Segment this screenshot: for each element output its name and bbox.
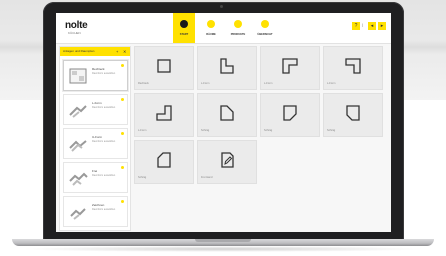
- sidebar-item-name: Zeichnen: [92, 203, 105, 207]
- walls-icon: [69, 172, 88, 186]
- nav-overview-icon: [261, 20, 269, 28]
- sidebar-item-rectangle[interactable]: Rechteck Raumform auswählen: [63, 60, 128, 91]
- sidebar-item-name: Frei: [92, 169, 98, 173]
- nav-products-icon: [234, 20, 242, 28]
- angled-room-icon: [220, 105, 234, 121]
- sidebar-item-name: U-Form: [92, 135, 103, 139]
- room-shape-tile[interactable]: Schräg: [134, 140, 194, 184]
- status-dot: [121, 98, 124, 101]
- status-dot: [121, 166, 124, 169]
- nav-label: START: [179, 33, 189, 36]
- sidebar-item-desc: Raumform auswählen: [92, 140, 116, 143]
- add-icon[interactable]: +: [116, 49, 118, 54]
- status-dot: [121, 132, 124, 135]
- walls-icon: [69, 140, 87, 152]
- nav-rooms-icon: [207, 20, 215, 28]
- sidebar-item-desc: Raumform auswählen: [92, 208, 116, 211]
- walls-icon: [70, 208, 86, 220]
- status-dot: [121, 200, 124, 203]
- sidebar-header: Anlagen und Raumplan + ✕: [60, 47, 130, 56]
- l-shape-room-icon: [282, 58, 298, 74]
- room-shape-tile[interactable]: L-Form: [197, 46, 257, 90]
- tile-label: L-Form: [264, 82, 273, 85]
- angled-room-icon: [283, 105, 297, 121]
- help-button[interactable]: ?: [352, 22, 360, 30]
- nav-item-rooms[interactable]: RÄUME: [200, 13, 222, 43]
- l-shape-room-icon: [220, 58, 234, 74]
- tile-label: Rechteck: [138, 82, 149, 85]
- sidebar-item-name: L-Form: [92, 101, 102, 105]
- app-screen: nolte KÜCHEN START RÄUME PRODUKTE ÜBERSI…: [56, 13, 391, 232]
- back-button[interactable]: ◂: [368, 22, 376, 30]
- tile-label: Frei Hand: [201, 176, 213, 179]
- nav-item-products[interactable]: PRODUKTE: [227, 13, 249, 43]
- walls-icon: [69, 105, 87, 118]
- back-icon: ◂: [370, 22, 374, 29]
- tile-label: L-Form: [327, 82, 336, 85]
- nav-label: ÜBERSICHT: [257, 33, 273, 36]
- room-shape-tile[interactable]: Schräg: [260, 93, 320, 137]
- nav-item-overview[interactable]: ÜBERSICHT: [254, 13, 276, 43]
- room-shape-tile[interactable]: Frei Hand: [197, 140, 257, 184]
- l-shape-room-icon: [345, 58, 361, 74]
- room-shape-tile[interactable]: L-Form: [134, 93, 194, 137]
- rectangle-room-icon: [157, 59, 171, 73]
- laptop-notch: [195, 239, 251, 242]
- sidebar-item-ushape[interactable]: U-Form Raumform auswählen: [63, 128, 128, 159]
- tile-label: Schräg: [138, 176, 147, 179]
- nav-label: RÄUME: [206, 33, 216, 36]
- close-icon[interactable]: ✕: [123, 49, 126, 54]
- sidebar-title: Anlagen und Raumplan: [63, 49, 95, 53]
- nav-label: PRODUKTE: [230, 33, 246, 36]
- angled-room-icon: [157, 152, 171, 168]
- tile-label: Schräg: [264, 129, 273, 132]
- room-shape-grid: Rechteck L-Form L-Form L-Form L-Form Sch…: [134, 46, 388, 229]
- brand-subtitle: KÜCHEN: [68, 31, 81, 35]
- angled-room-icon: [346, 105, 360, 121]
- room-plan-icon: [69, 68, 87, 84]
- forward-icon: ▸: [380, 22, 384, 29]
- laptop-shadow: [20, 246, 426, 252]
- status-dot: [121, 64, 124, 67]
- room-shape-tile[interactable]: Schräg: [323, 93, 383, 137]
- brand-logo[interactable]: nolte: [65, 21, 88, 31]
- tile-label: L-Form: [201, 82, 210, 85]
- tile-label: Schräg: [201, 129, 210, 132]
- room-shape-tile[interactable]: Rechteck: [134, 46, 194, 90]
- sidebar-item-name: Rechteck: [92, 67, 105, 71]
- freehand-draw-icon: [221, 152, 234, 168]
- app-header: nolte KÜCHEN START RÄUME PRODUKTE ÜBERSI…: [56, 13, 391, 44]
- sidebar-item-lshape[interactable]: L-Form Raumform auswählen: [63, 94, 128, 125]
- sidebar-item-desc: Raumform auswählen: [92, 174, 116, 177]
- sidebar: Anlagen und Raumplan + ✕ Rechteck Raumfo…: [59, 46, 131, 231]
- l-shape-room-icon: [156, 105, 172, 121]
- tile-label: L-Form: [138, 129, 147, 132]
- sidebar-item-desc: Raumform auswählen: [92, 72, 116, 75]
- room-shape-tile[interactable]: L-Form: [260, 46, 320, 90]
- sidebar-item-free[interactable]: Frei Raumform auswählen: [63, 162, 128, 193]
- camera-icon: [220, 5, 223, 8]
- forward-button[interactable]: ▸: [378, 22, 386, 30]
- sidebar-item-desc: Raumform auswählen: [92, 106, 116, 109]
- sidebar-item-draw[interactable]: Zeichnen Raumform auswählen: [63, 196, 128, 227]
- room-shape-tile[interactable]: L-Form: [323, 46, 383, 90]
- room-shape-tile[interactable]: Schräg: [197, 93, 257, 137]
- nav-item-start[interactable]: START: [173, 13, 195, 43]
- nav-start-icon: [180, 20, 188, 28]
- help-icon: ?: [354, 22, 358, 29]
- tile-label: Schräg: [327, 129, 336, 132]
- info-icon[interactable]: i: [362, 23, 363, 29]
